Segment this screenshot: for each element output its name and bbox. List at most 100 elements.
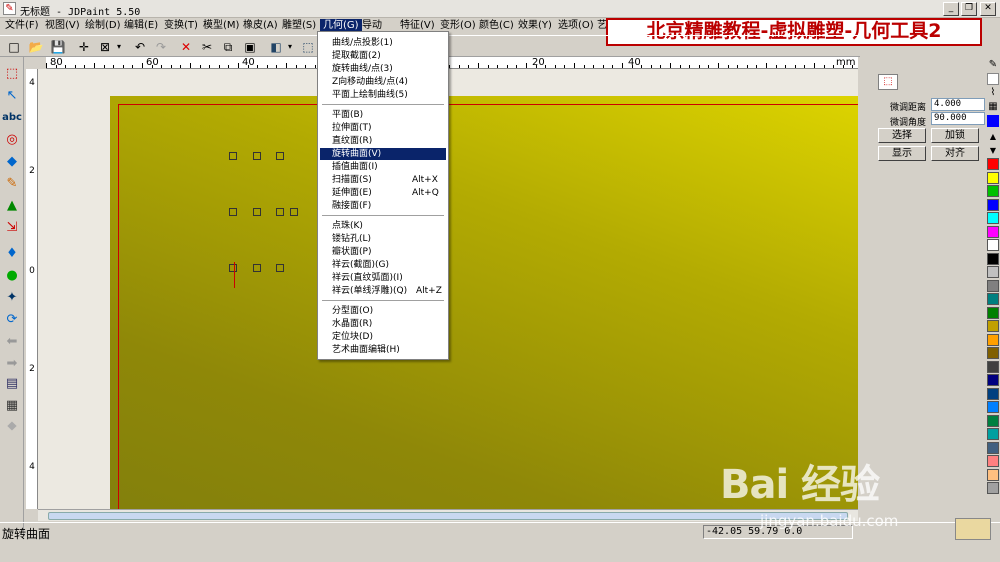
menu-item-cloud-ruled-arc[interactable]: 祥云(直纹弧面)(I) <box>320 272 446 284</box>
align-button[interactable]: 对齐 <box>931 146 979 161</box>
color-swatch[interactable] <box>987 320 999 332</box>
control-point[interactable] <box>253 264 261 272</box>
refresh-icon[interactable]: ⟳ <box>2 311 22 329</box>
menu-item-rotate-curve[interactable]: 旋转曲线/点(3) <box>320 63 446 75</box>
menu-options[interactable]: 选项(O) <box>555 19 597 33</box>
menu-item-extract-section[interactable]: 提取截面(2) <box>320 50 446 62</box>
tool-icon[interactable]: ✦ <box>2 289 22 307</box>
menu-edit[interactable]: 编辑(E) <box>121 19 161 33</box>
pin-icon[interactable]: ♦ <box>2 245 22 263</box>
chevron-down-icon[interactable]: ▾ <box>114 39 124 55</box>
scrollbar-thumb[interactable] <box>48 512 848 520</box>
menu-item-extrude-surface[interactable]: 拉伸面(T) <box>320 122 446 134</box>
text-tool-icon[interactable]: abc <box>2 109 22 127</box>
color-white-box[interactable] <box>987 73 999 85</box>
cube-icon[interactable]: ⬚ <box>300 39 316 55</box>
control-point[interactable] <box>276 208 284 216</box>
color-swatch[interactable] <box>987 374 999 386</box>
menu-item-blend-surface[interactable]: 融接面(F) <box>320 200 446 212</box>
diamond-tool-icon[interactable]: ◆ <box>2 153 22 171</box>
menu-item-locating-block[interactable]: 定位块(D) <box>320 331 446 343</box>
menu-item-interpolate-surface[interactable]: 插值曲面(I) <box>320 161 446 173</box>
menu-item-drill-hole[interactable]: 镂钻孔(L) <box>320 233 446 245</box>
eyedropper-icon[interactable]: ⌇ <box>987 87 999 99</box>
menu-eraser[interactable]: 橡皮(A) <box>240 19 281 33</box>
control-point[interactable] <box>253 208 261 216</box>
color-swatch[interactable] <box>987 293 999 305</box>
circle-tool-icon[interactable]: ◎ <box>2 131 22 149</box>
lock-button[interactable]: 加锁 <box>931 128 979 143</box>
maximize-button[interactable]: ❐ <box>961 2 977 16</box>
delete-icon[interactable]: ✕ <box>178 39 194 55</box>
view-chevron-down-icon[interactable]: ▾ <box>285 39 295 55</box>
color-swatch[interactable] <box>987 239 999 251</box>
show-button[interactable]: 显示 <box>878 146 926 161</box>
menu-item-plane[interactable]: 平面(B) <box>320 109 446 121</box>
color-swatch[interactable] <box>987 455 999 467</box>
mound-icon[interactable]: ▲ <box>2 197 22 215</box>
control-point[interactable] <box>290 208 298 216</box>
open-folder-icon[interactable]: 📂 <box>28 39 44 55</box>
control-point[interactable] <box>276 152 284 160</box>
arrow-left-icon[interactable]: ⬅ <box>2 333 22 351</box>
bulb-icon[interactable]: ● <box>2 267 22 285</box>
select-button[interactable]: 选择 <box>878 128 926 143</box>
color-swatch[interactable] <box>987 279 999 292</box>
color-swatch[interactable] <box>987 252 999 265</box>
color-swatch[interactable] <box>987 171 999 184</box>
menu-color[interactable]: 颜色(C) <box>476 19 517 33</box>
control-point[interactable] <box>229 152 237 160</box>
panel-tab-icon[interactable]: ⬚ <box>878 74 898 90</box>
color-swatch[interactable] <box>987 266 999 278</box>
minimize-button[interactable]: _ <box>943 2 959 16</box>
cut-icon[interactable]: ✂ <box>199 39 215 55</box>
menu-item-sweep-surface[interactable]: 扫描面(S) Alt+X <box>320 174 446 186</box>
new-file-icon[interactable]: □ <box>6 39 22 55</box>
menu-item-plane-draw-curve[interactable]: 平面上绘制曲线(5) <box>320 89 446 101</box>
control-point[interactable] <box>229 208 237 216</box>
close-button[interactable]: ✕ <box>980 2 996 16</box>
color-swatch[interactable] <box>987 401 999 413</box>
cursor-icon[interactable]: ⯁ <box>2 419 22 437</box>
menu-view[interactable]: 视图(V) <box>42 19 83 33</box>
control-point[interactable] <box>253 152 261 160</box>
undo-icon[interactable]: ↶ <box>132 39 148 55</box>
palette-up-icon[interactable]: ▲ <box>987 131 999 143</box>
menu-file[interactable]: 文件(F) <box>2 19 42 33</box>
menu-item-z-move-curve[interactable]: Z向移动曲线/点(4) <box>320 76 446 88</box>
menu-effect[interactable]: 效果(Y) <box>515 19 555 33</box>
3d-view-icon[interactable]: ◧ <box>268 39 284 55</box>
color-swatch[interactable] <box>987 158 999 170</box>
paste-icon[interactable]: ▣ <box>242 39 258 55</box>
color-swatch[interactable] <box>987 198 999 211</box>
save-icon[interactable]: 💾 <box>50 39 66 55</box>
menu-item-bead[interactable]: 点珠(K) <box>320 220 446 232</box>
layers-icon[interactable]: ▤ <box>2 375 22 393</box>
menu-draw[interactable]: 绘制(D) <box>82 19 124 33</box>
dist-input[interactable]: 4.000 <box>931 98 985 111</box>
polyline-icon[interactable]: ↖ <box>2 87 22 105</box>
menu-item-cloud-single-line[interactable]: 祥云(单线浮雕)(Q) Alt+Z <box>320 285 446 297</box>
color-swatch[interactable] <box>987 414 999 427</box>
color-swatch[interactable] <box>987 212 999 224</box>
menu-model[interactable]: 模型(M) <box>200 19 242 33</box>
control-point[interactable] <box>276 264 284 272</box>
crosshair-icon[interactable]: ✛ <box>76 39 92 55</box>
color-swatch[interactable] <box>987 387 999 400</box>
grid-icon[interactable]: ▦ <box>2 397 22 415</box>
color-swatch[interactable] <box>987 185 999 197</box>
current-color-icon[interactable] <box>987 115 999 127</box>
select-icon[interactable]: ⬚ <box>2 65 22 83</box>
measure-icon[interactable]: ⇲ <box>2 219 22 237</box>
menu-item-ruled-surface[interactable]: 直纹面(R) <box>320 135 446 147</box>
color-swatch[interactable] <box>987 225 999 238</box>
control-point[interactable] <box>229 264 237 272</box>
menu-item-curve-projection[interactable]: 曲线/点投影(1) <box>320 37 446 49</box>
menu-item-extend-surface[interactable]: 延伸面(E) Alt+Q <box>320 187 446 199</box>
menu-item-crystal-surface[interactable]: 水晶面(R) <box>320 318 446 330</box>
menu-item-art-surface-edit[interactable]: 艺术曲面编辑(H) <box>320 344 446 356</box>
angle-input[interactable]: 90.000 <box>931 112 985 125</box>
relief-plate[interactable] <box>110 96 858 509</box>
copy-icon[interactable]: ⧉ <box>220 39 236 55</box>
select-box-icon[interactable]: ⊠ <box>97 39 113 55</box>
